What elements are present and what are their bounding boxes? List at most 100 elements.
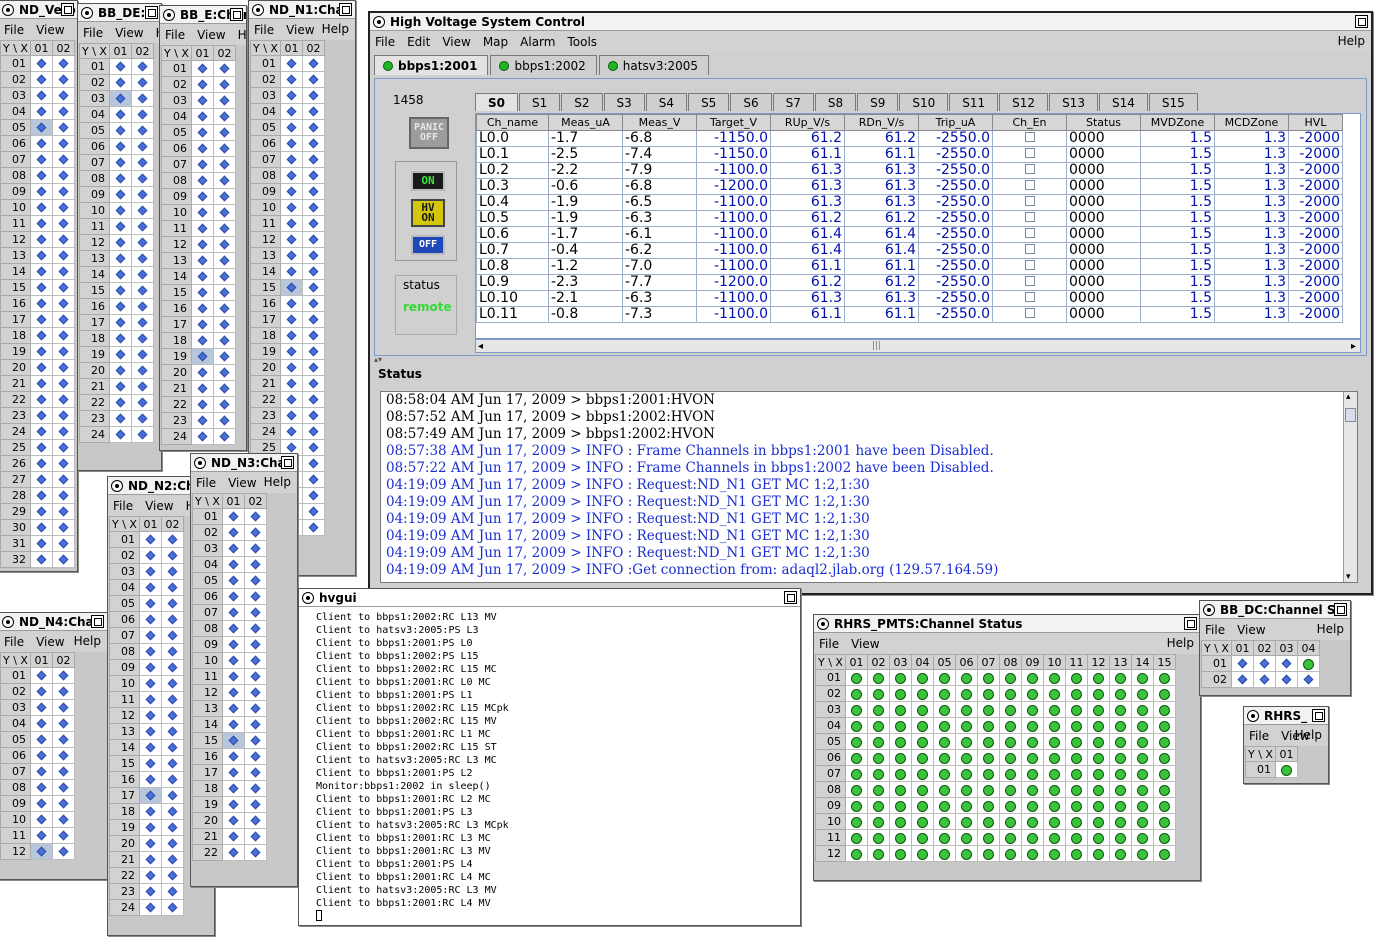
channel-cell[interactable] (244, 572, 267, 589)
channel-cell[interactable] (139, 643, 162, 660)
menu-help[interactable]: Help (1295, 728, 1322, 742)
channel-cell[interactable] (1065, 669, 1088, 686)
table-cell[interactable]: -1200.0 (696, 274, 771, 291)
channel-cell[interactable] (1153, 829, 1176, 846)
window-menu-icon[interactable] (81, 7, 93, 19)
menu-item[interactable]: File (1205, 623, 1225, 637)
channel-cell[interactable] (30, 375, 53, 392)
channel-cell[interactable] (139, 531, 162, 548)
channel-cell[interactable] (280, 359, 303, 376)
channel-cell[interactable] (889, 765, 912, 782)
channel-cell[interactable] (52, 795, 75, 812)
maximize-icon[interactable] (339, 3, 352, 16)
channel-cell[interactable] (280, 151, 303, 168)
channel-cell[interactable] (222, 620, 245, 637)
channel-cell[interactable] (52, 715, 75, 732)
channel-cell[interactable] (302, 279, 325, 296)
channel-cell[interactable] (1153, 781, 1176, 798)
channel-cell[interactable] (280, 295, 303, 312)
channel-cell[interactable] (302, 183, 325, 200)
channel-cell[interactable] (280, 311, 303, 328)
ch-enable-checkbox[interactable] (1024, 132, 1035, 142)
slot-tab-s8[interactable]: S8 (814, 93, 857, 111)
channel-cell[interactable] (30, 215, 53, 232)
table-cell[interactable]: 61.4 (844, 226, 919, 243)
menu-alarm[interactable]: Alarm (520, 35, 555, 49)
channel-cell[interactable] (1153, 717, 1176, 734)
channel-cell[interactable] (1253, 671, 1276, 688)
table-cell[interactable]: 61.3 (844, 178, 919, 195)
channel-cell[interactable] (131, 410, 154, 427)
table-cell[interactable]: -6.8 (622, 130, 697, 147)
channel-cell[interactable] (139, 627, 162, 644)
hvgui-titlebar[interactable]: hvgui (299, 589, 800, 607)
channel-cell[interactable] (109, 186, 132, 203)
channel-cell[interactable] (52, 311, 75, 328)
channel-cell[interactable] (191, 252, 214, 269)
channel-cell[interactable] (1297, 655, 1320, 672)
channel-cell[interactable] (222, 556, 245, 573)
table-cell[interactable]: 61.4 (770, 242, 845, 259)
channel-cell[interactable] (161, 579, 184, 596)
table-cell[interactable]: L0.4 (476, 194, 549, 211)
channel-cell[interactable] (1275, 671, 1298, 688)
channel-cell[interactable] (867, 717, 890, 734)
channel-cell[interactable] (52, 343, 75, 360)
table-cell[interactable]: -7.4 (622, 146, 697, 163)
table-cell[interactable]: 61.4 (844, 242, 919, 259)
channel-cell[interactable] (139, 755, 162, 772)
channel-cell[interactable] (161, 899, 184, 916)
channel-cell[interactable] (302, 263, 325, 280)
channel-cell[interactable] (1021, 813, 1044, 830)
channel-cell[interactable] (845, 765, 868, 782)
table-cell[interactable]: -1100.0 (696, 226, 771, 243)
channel-cell[interactable] (1021, 685, 1044, 702)
channel-cell[interactable] (889, 813, 912, 830)
channel-cell[interactable] (889, 717, 912, 734)
channel-cell[interactable] (1065, 685, 1088, 702)
channel-cell[interactable] (222, 796, 245, 813)
channel-cell[interactable] (977, 749, 1000, 766)
channel-cell[interactable] (213, 412, 236, 429)
channel-cell[interactable] (52, 215, 75, 232)
channel-cell[interactable] (222, 812, 245, 829)
channel-cell[interactable] (244, 828, 267, 845)
channel-cell[interactable] (933, 765, 956, 782)
channel-cell[interactable] (191, 108, 214, 125)
table-cell[interactable]: L0.6 (476, 226, 549, 243)
table-row[interactable]: L0.5 -1.9 -6.3 -1100.0 61.2 61.2 -2550.0 0000 1.… (476, 210, 1343, 227)
channel-cell[interactable] (109, 282, 132, 299)
channel-cell[interactable] (302, 327, 325, 344)
channel-cell[interactable] (1109, 781, 1132, 798)
channel-cell[interactable] (1043, 685, 1066, 702)
table-cell[interactable]: L0.10 (476, 290, 549, 307)
table-row[interactable]: L0.10 -2.1 -6.3 -1100.0 61.3 61.3 -2550.0 0000 1… (476, 290, 1343, 307)
channel-cell[interactable] (109, 58, 132, 75)
table-cell[interactable]: -2550.0 (918, 290, 993, 307)
channel-cell[interactable] (213, 364, 236, 381)
column-header[interactable]: MCDZone (1214, 114, 1289, 131)
channel-cell[interactable] (302, 375, 325, 392)
channel-cell[interactable] (955, 829, 978, 846)
channel-cell[interactable] (109, 314, 132, 331)
channel-cell[interactable] (1021, 749, 1044, 766)
channel-cell[interactable] (244, 796, 267, 813)
channel-cell[interactable] (933, 685, 956, 702)
channel-cell[interactable] (161, 627, 184, 644)
channel-cell[interactable] (1065, 829, 1088, 846)
slot-tab-s2[interactable]: S2 (561, 93, 603, 111)
channel-cell[interactable] (244, 508, 267, 525)
ch-enable-cell[interactable] (992, 162, 1067, 179)
channel-cell[interactable] (1065, 781, 1088, 798)
channel-cell[interactable] (889, 669, 912, 686)
channel-cell[interactable] (867, 797, 890, 814)
channel-cell[interactable] (302, 231, 325, 248)
channel-cell[interactable] (222, 748, 245, 765)
channel-cell[interactable] (30, 295, 53, 312)
channel-cell[interactable] (999, 781, 1022, 798)
channel-cell[interactable] (955, 781, 978, 798)
channel-cell[interactable] (244, 732, 267, 749)
channel-cell[interactable] (955, 701, 978, 718)
table-cell[interactable]: 0000 (1066, 178, 1141, 195)
table-row[interactable]: L0.6 -1.7 -6.1 -1100.0 61.4 61.4 -2550.0 0000 1.… (476, 226, 1343, 243)
